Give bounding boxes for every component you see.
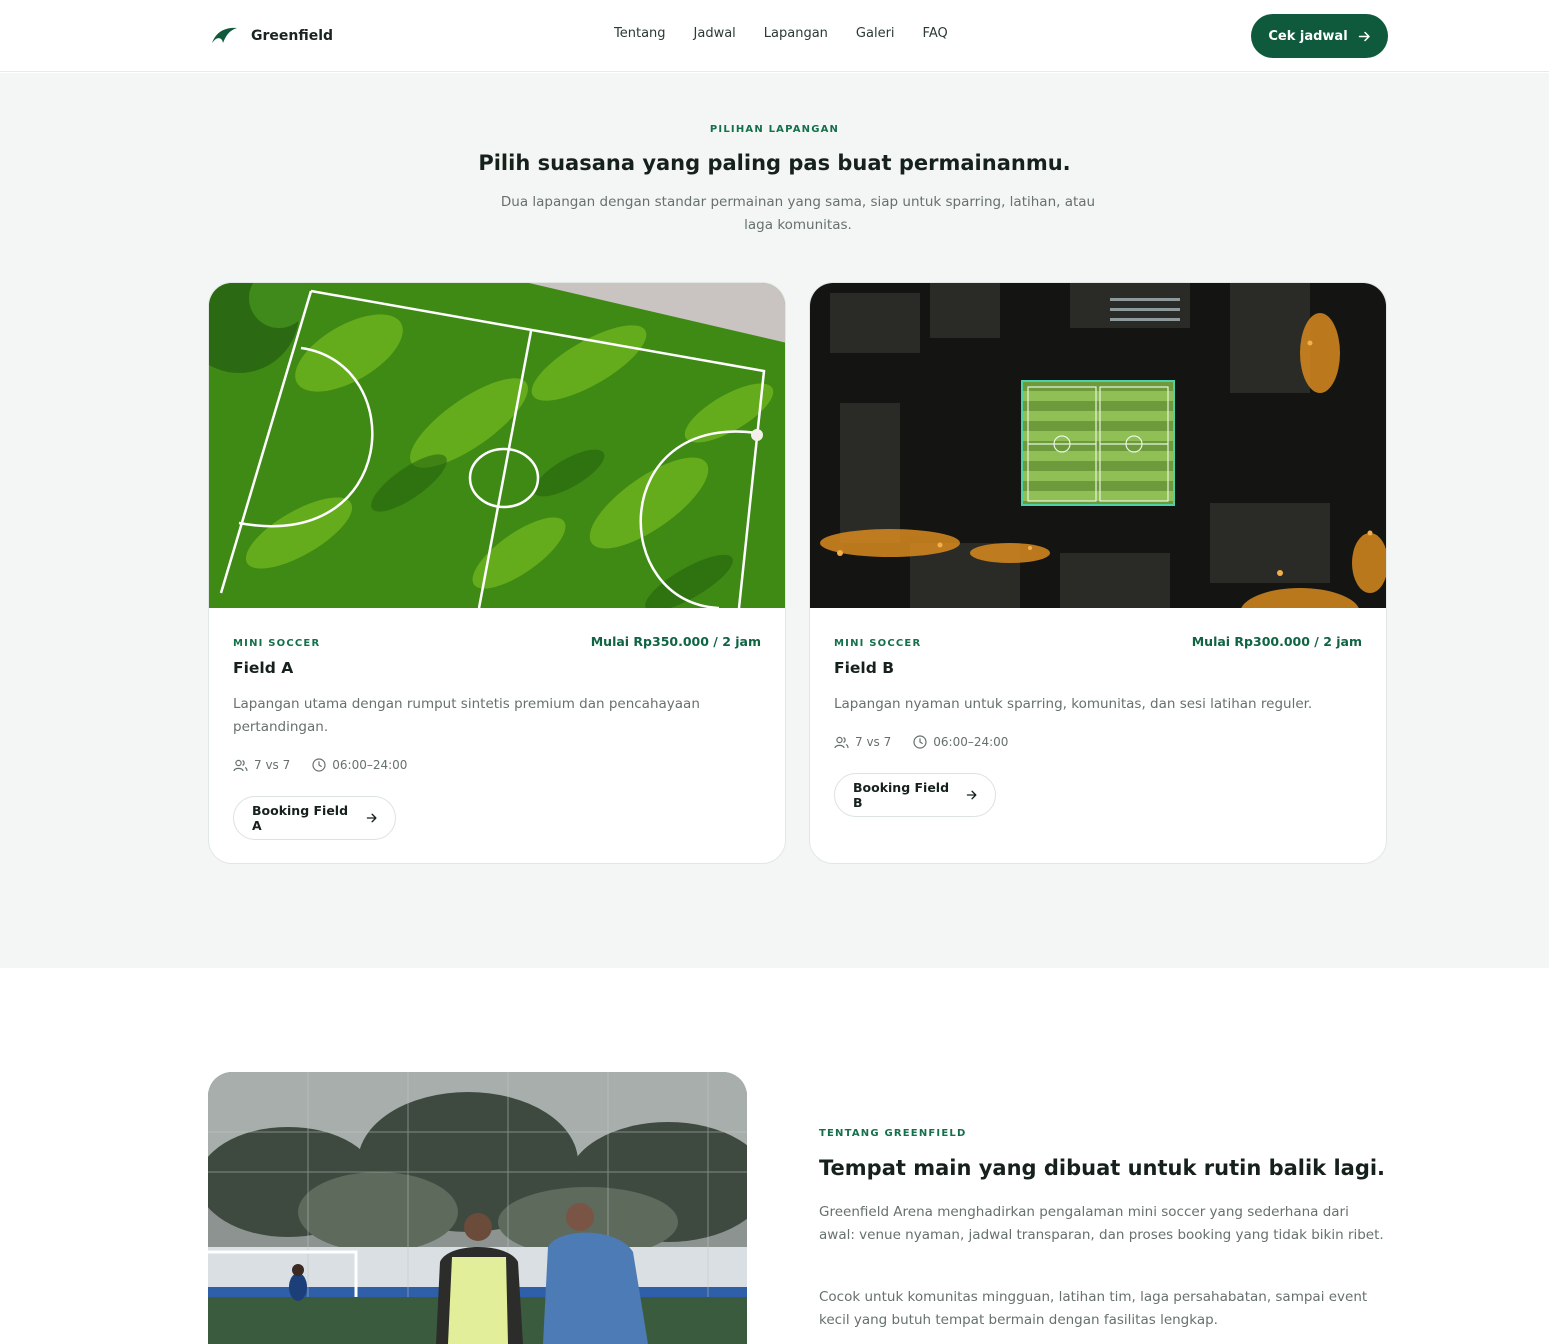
nav-link-faq[interactable]: FAQ <box>923 26 948 41</box>
field-card-a: MINI SOCCER Mulai Rp350.000 / 2 jam Fiel… <box>208 282 786 864</box>
arrow-right-icon <box>366 813 377 823</box>
nav-link-tentang[interactable]: Tentang <box>614 26 666 41</box>
field-b-meta: 7 vs 7 06:00–24:00 <box>834 735 1008 749</box>
about-eyebrow: TENTANG GREENFIELD <box>819 1128 967 1139</box>
field-b-tag: MINI SOCCER <box>834 638 922 649</box>
arrow-right-icon <box>1358 31 1370 41</box>
cek-jadwal-button[interactable]: Cek jadwal <box>1251 14 1388 58</box>
fields-title: Pilih suasana yang paling pas buat perma… <box>478 151 1071 175</box>
about-title: Tempat main yang dibuat untuk rutin bali… <box>819 1156 1386 1180</box>
field-b-photo <box>810 283 1386 608</box>
booking-field-a-label: Booking Field A <box>252 803 349 833</box>
fields-section: PILIHAN LAPANGAN Pilih suasana yang pali… <box>0 73 1549 968</box>
field-a-players: 7 vs 7 <box>254 758 291 772</box>
about-photo <box>208 1072 747 1344</box>
cek-jadwal-label: Cek jadwal <box>1268 28 1348 44</box>
field-a-meta: 7 vs 7 06:00–24:00 <box>233 758 407 772</box>
about-paragraph-2: Cocok untuk komunitas mingguan, latihan … <box>819 1289 1368 1328</box>
brand[interactable]: Greenfield <box>209 24 333 48</box>
arrow-right-icon <box>966 790 977 800</box>
field-card-b: MINI SOCCER Mulai Rp300.000 / 2 jam Fiel… <box>809 282 1387 864</box>
site-header: Greenfield Tentang Jadwal Lapangan Galer… <box>0 0 1549 72</box>
field-a-name: Field A <box>233 659 294 677</box>
main-nav: Tentang Jadwal Lapangan Galeri FAQ <box>614 26 948 41</box>
fields-eyebrow: PILIHAN LAPANGAN <box>709 124 840 135</box>
users-icon <box>233 759 248 771</box>
field-a-tag: MINI SOCCER <box>233 638 321 649</box>
about-section: TENTANG GREENFIELD Tempat main yang dibu… <box>0 968 1549 1344</box>
field-a-hours: 06:00–24:00 <box>332 758 408 772</box>
field-a-photo <box>209 283 785 608</box>
booking-field-a-button[interactable]: Booking Field A <box>233 796 396 840</box>
users-icon <box>834 736 849 748</box>
field-a-price: Mulai Rp350.000 / 2 jam <box>590 634 761 649</box>
clock-icon <box>312 758 326 772</box>
field-b-description: Lapangan nyaman untuk sparring, komunita… <box>834 696 1313 712</box>
about-paragraph-1: Greenfield Arena menghadirkan pengalaman… <box>819 1204 1384 1243</box>
field-a-description: Lapangan utama dengan rumput sintetis pr… <box>233 696 700 735</box>
fields-description: Dua lapangan dengan standar permainan ya… <box>500 194 1096 233</box>
field-b-hours: 06:00–24:00 <box>933 735 1009 749</box>
booking-field-b-button[interactable]: Booking Field B <box>834 773 996 817</box>
nav-link-galeri[interactable]: Galeri <box>856 26 895 41</box>
brand-logo-icon <box>212 27 237 43</box>
field-b-price: Mulai Rp300.000 / 2 jam <box>1191 634 1362 649</box>
booking-field-b-label: Booking Field B <box>853 780 950 810</box>
nav-link-lapangan[interactable]: Lapangan <box>764 26 828 41</box>
nav-link-jadwal[interactable]: Jadwal <box>694 26 736 41</box>
field-b-players: 7 vs 7 <box>855 735 892 749</box>
clock-icon <box>913 735 927 749</box>
field-b-name: Field B <box>834 659 895 677</box>
brand-name: Greenfield <box>251 28 334 44</box>
